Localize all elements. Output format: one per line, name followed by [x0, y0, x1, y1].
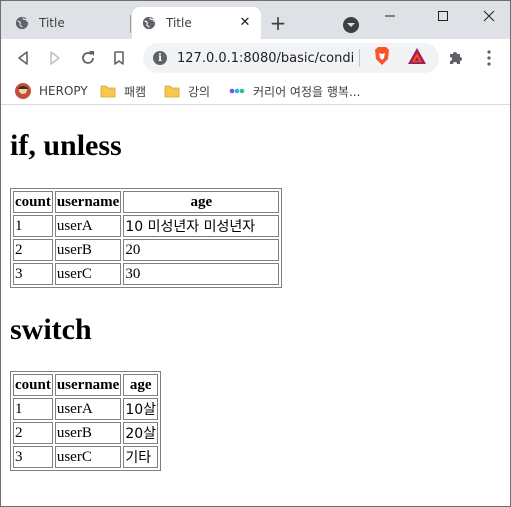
bookmark-item[interactable]: 패캠 [100, 81, 146, 101]
menu-icon[interactable] [479, 48, 499, 68]
username-cell: userC [54, 446, 122, 468]
column-header: age [123, 191, 280, 213]
close-tab-icon[interactable]: ✕ [237, 15, 253, 31]
table-row: 3 userC 30 [13, 263, 280, 285]
page-content: if, unless count username age 1 userA 10… [2, 106, 510, 506]
table-row: 1 userA 10살 [13, 398, 159, 420]
close-window-button[interactable] [474, 5, 504, 27]
forward-button[interactable] [45, 48, 65, 68]
table-row: 2 userB 20살 [13, 422, 159, 444]
count-cell: 3 [13, 446, 53, 468]
username-cell: userA [54, 215, 122, 237]
bookmark-item[interactable]: 강의 [164, 81, 210, 101]
brave-shield-icon[interactable] [373, 46, 391, 66]
tab-inactive[interactable]: Title [5, 7, 128, 39]
arrow-left-icon [18, 51, 28, 65]
bookmark-label: HEROPY [39, 84, 88, 98]
minimize-button[interactable] [375, 5, 405, 27]
if-unless-heading: if, unless [10, 129, 122, 162]
username-cell: userB [54, 422, 122, 444]
bookmark-label: 강의 [188, 84, 211, 99]
tab-search-button[interactable] [343, 17, 359, 33]
count-cell: 3 [13, 263, 53, 285]
bookmark-button[interactable] [109, 48, 129, 68]
table-row: 3 userC 기타 [13, 446, 159, 468]
toolbar: i 127.0.0.1:8080/basic/condi... [1, 39, 510, 77]
table-header-row: count username age [13, 191, 280, 213]
arrow-right-icon [50, 51, 60, 65]
age-cell: 10살 [123, 398, 159, 420]
switch-table: count username age 1 userA 10살 2 userB 2… [10, 371, 162, 471]
maximize-button[interactable] [428, 5, 458, 27]
bookmark-label: 커리어 여정을 행복... [253, 84, 361, 99]
bookmark-label: 패캠 [124, 84, 147, 99]
age-cell: 기타 [123, 446, 159, 468]
info-icon[interactable]: i [153, 51, 167, 65]
count-cell: 2 [13, 422, 53, 444]
reload-icon [82, 51, 94, 64]
reload-button[interactable] [78, 48, 98, 68]
omnibox-divider [359, 49, 360, 67]
column-header: username [54, 191, 122, 213]
column-header: count [13, 374, 53, 396]
switch-heading: switch [10, 313, 92, 346]
age-cell: 20살 [123, 422, 159, 444]
column-header: username [54, 374, 122, 396]
back-button[interactable] [13, 48, 33, 68]
column-header: age [123, 374, 159, 396]
age-cell: 20 [123, 239, 280, 261]
extensions-icon[interactable] [446, 48, 466, 68]
tab-title: Title [166, 16, 192, 30]
username-cell: userB [54, 239, 122, 261]
bookmark-item[interactable]: 커리어 여정을 행복... [229, 81, 360, 101]
count-cell: 1 [13, 215, 53, 237]
folder-icon [100, 85, 116, 98]
globe-icon [15, 16, 29, 30]
age-cell: 10 미성년자 미성년자 [123, 215, 280, 237]
address-bar[interactable]: i 127.0.0.1:8080/basic/condi... [143, 43, 439, 73]
avatar-icon [15, 83, 31, 99]
new-tab-button[interactable]: + [267, 13, 289, 35]
username-cell: userA [54, 398, 122, 420]
url-text[interactable]: 127.0.0.1:8080/basic/condi... [177, 51, 355, 66]
minimize-icon [385, 15, 395, 17]
close-icon [483, 10, 495, 22]
bookmark-icon [114, 51, 124, 65]
table-row: 1 userA 10 미성년자 미성년자 [13, 215, 280, 237]
tab-title: Title [39, 16, 65, 30]
globe-icon [142, 16, 156, 30]
tab-divider [130, 15, 131, 33]
bookmarks-bar: HEROPY 패캠 강의 커리어 여정을 행복... [1, 77, 510, 105]
tab-active[interactable]: Title ✕ [132, 7, 261, 39]
count-cell: 2 [13, 239, 53, 261]
if-unless-table: count username age 1 userA 10 미성년자 미성년자 … [10, 188, 283, 288]
maximize-icon [438, 11, 448, 21]
count-cell: 1 [13, 398, 53, 420]
username-cell: userC [54, 263, 122, 285]
folder-icon [164, 85, 180, 98]
bookmark-item[interactable]: HEROPY [15, 81, 88, 101]
column-header: count [13, 191, 53, 213]
age-cell: 30 [123, 263, 280, 285]
tab-strip: Title Title ✕ + [1, 1, 510, 39]
table-row: 2 userB 20 [13, 239, 280, 261]
dots-logo-icon [229, 88, 245, 94]
table-header-row: count username age [13, 374, 159, 396]
bat-rewards-icon[interactable] [407, 47, 427, 65]
browser-window: Title Title ✕ + i 127.0.0.1:8080/basic/c… [0, 0, 511, 507]
